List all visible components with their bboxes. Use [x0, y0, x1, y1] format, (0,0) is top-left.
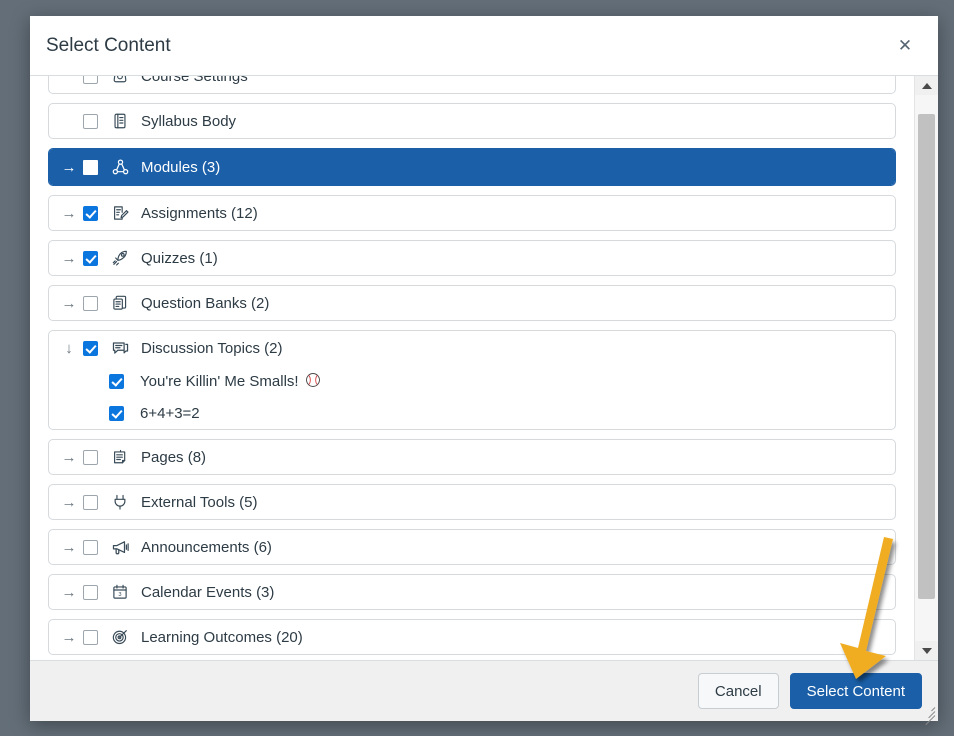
content-scroll-region[interactable]: Course Settings Syllabus Body → Modules (3)… — [30, 76, 914, 660]
gear-icon — [110, 76, 130, 86]
content-item-label: Pages (8) — [141, 448, 207, 466]
content-item-row[interactable]: → Learning Outcomes (20) — [49, 620, 895, 654]
content-subitem-label: 6+4+3=2 — [140, 404, 200, 422]
content-item-checkbox[interactable] — [83, 76, 98, 84]
scrollbar-thumb[interactable] — [918, 114, 935, 599]
content-item-label: Question Banks (2) — [141, 294, 270, 312]
content-item-row[interactable]: Course Settings — [49, 76, 895, 93]
close-icon[interactable]: ✕ — [890, 31, 920, 61]
content-item-card: Syllabus Body — [48, 103, 896, 139]
content-item-row[interactable]: → Announcements (6) — [49, 530, 895, 564]
content-item-label: Quizzes (1) — [141, 249, 218, 267]
megaphone-icon — [110, 537, 130, 557]
content-item-row[interactable]: → Question Banks (2) — [49, 286, 895, 320]
content-subitem-checkbox[interactable] — [109, 405, 124, 421]
expand-arrow-icon[interactable]: → — [57, 296, 81, 311]
content-item-card: → Modules (3) — [48, 148, 896, 186]
content-item-label: Calendar Events (3) — [141, 583, 275, 601]
outcomes-icon — [110, 627, 130, 647]
content-item-checkbox[interactable] — [83, 539, 98, 555]
svg-text:3: 3 — [118, 592, 121, 598]
content-item-list: Course Settings Syllabus Body → Modules (3)… — [48, 76, 896, 655]
dialog-body: Course Settings Syllabus Body → Modules (3)… — [30, 76, 938, 660]
content-subitem-label: You're Killin' Me Smalls! — [140, 372, 299, 390]
content-item-card: → Announcements (6) — [48, 529, 896, 565]
modules-icon — [110, 157, 130, 177]
content-item-label: Modules (3) — [141, 158, 221, 176]
content-item-checkbox[interactable] — [83, 205, 98, 221]
scroll-down-arrow-icon[interactable] — [915, 641, 938, 660]
content-item-row[interactable]: → 3 Calendar Events (3) — [49, 575, 895, 609]
content-item-checkbox[interactable] — [83, 113, 98, 129]
expand-arrow-icon[interactable]: → — [57, 251, 81, 266]
expand-arrow-icon[interactable]: → — [57, 160, 81, 175]
content-item-card: → Pages (8) — [48, 439, 896, 475]
pages-icon — [110, 447, 130, 467]
expand-arrow-icon[interactable]: → — [57, 495, 81, 510]
content-subitem-row[interactable]: 6+4+3=2 — [49, 397, 895, 429]
expand-arrow-icon[interactable]: → — [57, 585, 81, 600]
content-item-card: Course Settings — [48, 76, 896, 94]
dialog-header: Select Content ✕ — [30, 16, 938, 76]
content-item-label: Discussion Topics (2) — [141, 339, 283, 357]
content-item-checkbox[interactable] — [83, 250, 98, 266]
content-scrollbar[interactable] — [914, 76, 938, 660]
expand-arrow-icon[interactable]: → — [57, 630, 81, 645]
dialog-title: Select Content — [46, 34, 171, 56]
content-item-checkbox[interactable] — [83, 340, 98, 356]
content-item-row[interactable]: → Pages (8) — [49, 440, 895, 474]
content-item-card: → External Tools (5) — [48, 484, 896, 520]
baseball-icon — [299, 372, 321, 390]
syllabus-icon — [110, 111, 130, 131]
collapse-arrow-icon[interactable]: ↓ — [57, 341, 81, 356]
content-item-card: → Quizzes (1) — [48, 240, 896, 276]
expand-arrow-icon[interactable]: → — [57, 206, 81, 221]
content-item-row[interactable]: → Quizzes (1) — [49, 241, 895, 275]
select-content-submit-button[interactable]: Select Content — [789, 673, 922, 709]
content-item-card: → 3 Calendar Events (3) — [48, 574, 896, 610]
content-item-checkbox[interactable] — [83, 159, 98, 175]
discussion-icon — [110, 338, 130, 358]
content-item-label: Course Settings — [141, 76, 248, 85]
rocket-icon — [110, 248, 130, 268]
content-item-label: Learning Outcomes (20) — [141, 628, 303, 646]
content-item-checkbox[interactable] — [83, 449, 98, 465]
resize-handle[interactable] — [921, 704, 936, 726]
scroll-up-arrow-icon[interactable] — [915, 76, 938, 95]
plug-icon — [110, 492, 130, 512]
expand-arrow-icon[interactable]: → — [57, 540, 81, 555]
content-item-card: → Learning Outcomes (20) — [48, 619, 896, 655]
question-bank-icon — [110, 293, 130, 313]
cancel-button[interactable]: Cancel — [697, 673, 779, 709]
content-item-checkbox[interactable] — [83, 584, 98, 600]
content-subitem-checkbox[interactable] — [109, 373, 124, 389]
content-item-label: External Tools (5) — [141, 493, 258, 511]
content-item-label: Syllabus Body — [141, 112, 237, 130]
content-item-checkbox[interactable] — [83, 494, 98, 510]
content-item-card: → Assignments (12) — [48, 195, 896, 231]
select-content-dialog: Select Content ✕ Course Settings Syllabus… — [30, 16, 938, 726]
content-item-row[interactable]: Syllabus Body — [49, 104, 895, 138]
content-item-row[interactable]: → External Tools (5) — [49, 485, 895, 519]
content-item-checkbox[interactable] — [83, 629, 98, 645]
content-item-card: ↓ Discussion Topics (2) You're Killin' Me … — [48, 330, 896, 430]
content-item-row[interactable]: → Assignments (12) — [49, 196, 895, 230]
dialog-footer: Cancel Select Content — [30, 660, 938, 726]
baseball-icon — [305, 373, 320, 387]
expand-arrow-icon[interactable]: → — [57, 450, 81, 465]
content-item-row[interactable]: ↓ Discussion Topics (2) — [49, 331, 895, 365]
content-item-checkbox[interactable] — [83, 295, 98, 311]
content-item-row[interactable]: → Modules (3) — [49, 149, 895, 185]
content-item-label: Announcements (6) — [141, 538, 272, 556]
content-item-card: → Question Banks (2) — [48, 285, 896, 321]
calendar-icon: 3 — [110, 582, 130, 602]
assignment-icon — [110, 203, 130, 223]
content-subitem-row[interactable]: You're Killin' Me Smalls! — [49, 365, 895, 397]
content-item-label: Assignments (12) — [141, 204, 258, 222]
